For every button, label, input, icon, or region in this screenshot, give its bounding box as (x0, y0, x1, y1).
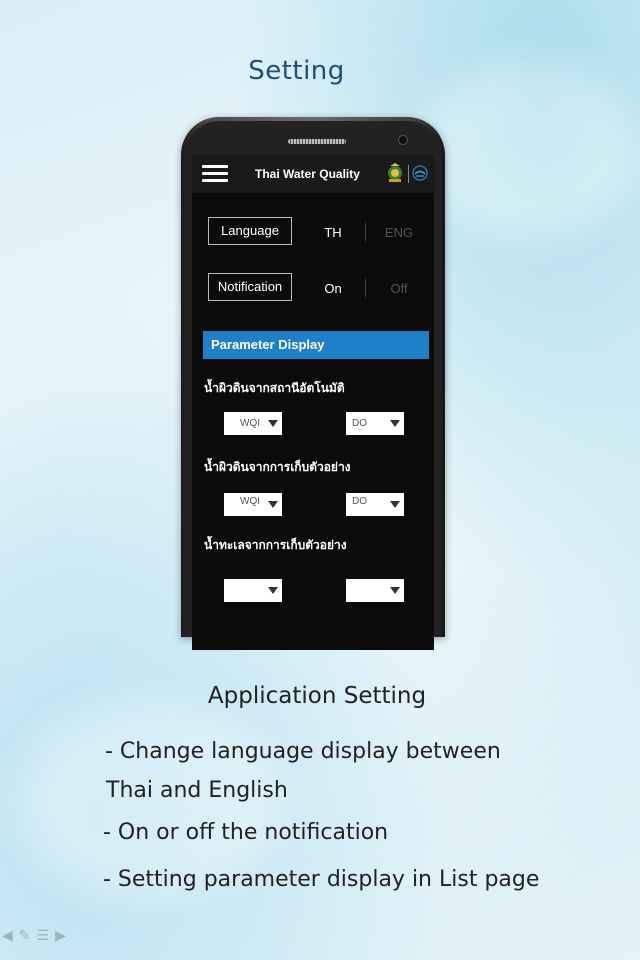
description-line: - Setting parameter display in List page (103, 867, 540, 892)
agency-logo-icon (412, 165, 428, 181)
parameter-display-header: Parameter Display (203, 331, 429, 359)
dropdown-arrow-icon (390, 587, 400, 594)
notification-label: Notification (208, 273, 292, 301)
surface-water-sample-param-2-select[interactable]: DO (346, 493, 404, 516)
dropdown-arrow-icon (390, 501, 400, 508)
logo-divider (408, 165, 409, 183)
select-value: DO (352, 496, 367, 507)
dropdown-arrow-icon (268, 587, 278, 594)
pen-icon[interactable]: ✎ (19, 928, 31, 944)
viewer-controls: ◀ ✎ ☰ ▶ (2, 928, 66, 944)
phone-screen: Thai Water Quality Language TH ENG Notif… (192, 155, 434, 650)
language-option-th[interactable]: TH (310, 225, 356, 240)
menu-icon[interactable]: ☰ (37, 928, 50, 944)
description-line: Thai and English (106, 778, 288, 803)
select-value: WQI (240, 418, 260, 429)
description-line: - Change language display between (105, 739, 501, 764)
forward-arrow-icon[interactable]: ▶ (55, 928, 66, 944)
option-divider (365, 223, 366, 241)
description-title: Application Setting (207, 683, 427, 709)
dropdown-arrow-icon (268, 501, 278, 508)
option-divider (365, 279, 366, 297)
back-arrow-icon[interactable]: ◀ (2, 928, 13, 944)
dropdown-arrow-icon (268, 420, 278, 427)
background-splash (420, 60, 640, 240)
select-value: DO (352, 418, 367, 429)
surface-water-auto-station-label: น้ำผิวดินจากสถานีอัตโนมัติ (204, 381, 345, 395)
phone-camera (398, 135, 408, 145)
surface-water-auto-param-1-select[interactable]: WQI (224, 412, 282, 435)
hamburger-icon[interactable] (202, 165, 228, 183)
phone-speaker (288, 139, 346, 144)
app-title: Thai Water Quality (255, 167, 360, 181)
surface-water-sample-param-1-select[interactable]: WQI (224, 493, 282, 516)
select-value: WQI (240, 496, 260, 507)
description-line: - On or off the notification (103, 820, 389, 845)
notification-option-on[interactable]: On (310, 281, 356, 296)
surface-water-auto-param-2-select[interactable]: DO (346, 412, 404, 435)
language-option-eng[interactable]: ENG (376, 225, 422, 240)
dropdown-arrow-icon (390, 420, 400, 427)
language-label: Language (208, 217, 292, 245)
sea-water-sample-label: น้ำทะเลจากการเก็บตัวอย่าง (204, 538, 347, 552)
surface-water-sample-label: น้ำผิวดินจากการเก็บตัวอย่าง (204, 460, 351, 474)
page-title: Setting (248, 56, 345, 86)
app-bar: Thai Water Quality (192, 155, 434, 193)
notification-option-off[interactable]: Off (376, 281, 422, 296)
department-emblem-icon (388, 163, 402, 182)
sea-water-sample-param-2-select[interactable] (346, 579, 404, 602)
sea-water-sample-param-1-select[interactable] (224, 579, 282, 602)
